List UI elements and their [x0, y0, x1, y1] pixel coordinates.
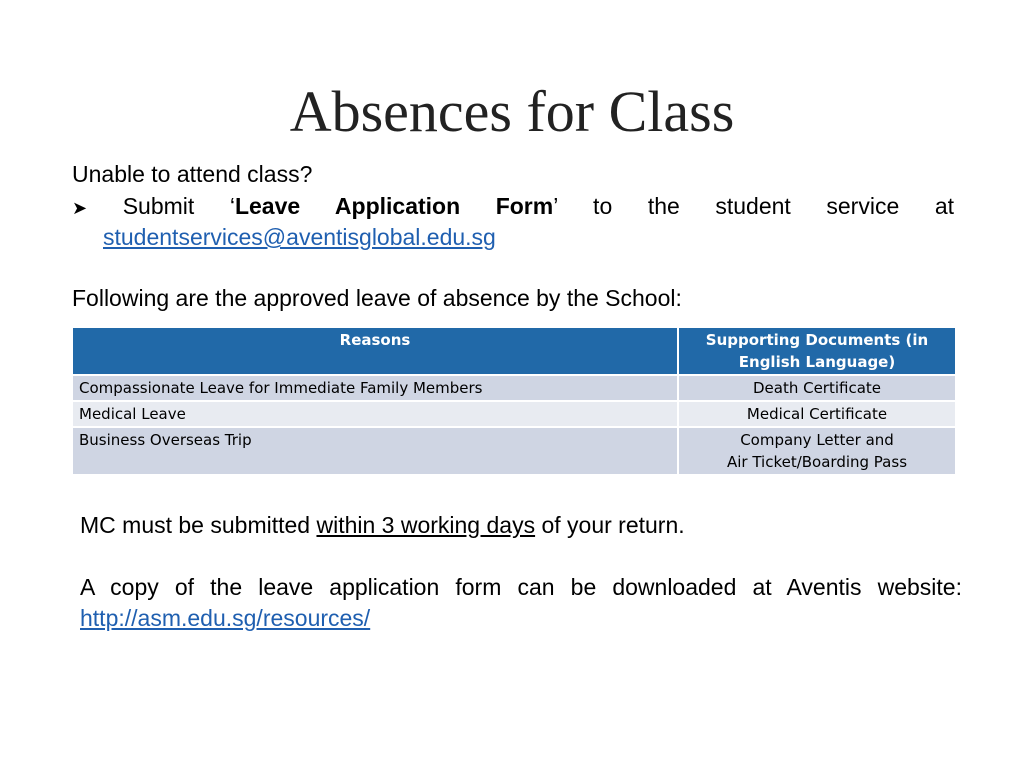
table-row: Medical Leave Medical Certificate	[71, 400, 957, 428]
email-link[interactable]: studentservices@aventisglobal.edu.sg	[103, 224, 496, 250]
header-reasons: Reasons	[71, 326, 679, 376]
submit-suffix: ’ to the student service at	[553, 193, 955, 219]
mc-deadline: within 3 working days	[316, 512, 536, 538]
document-cell: Medical Certificate	[677, 400, 957, 428]
mc-post: of your return.	[535, 512, 685, 538]
document-line: Air Ticket/Boarding Pass	[726, 453, 908, 471]
form-name: Leave Application Form	[234, 193, 554, 219]
reason-cell: Business Overseas Trip	[71, 426, 679, 476]
table-row: Business Overseas Trip Company Letter an…	[71, 426, 957, 476]
reason-cell: Compassionate Leave for Immediate Family…	[71, 374, 679, 402]
document-cell: Company Letter and Air Ticket/Boarding Pa…	[677, 426, 957, 476]
submit-prefix: Submit ‘	[122, 193, 235, 219]
bullet-line: ➤ Submit ‘Leave Application Form’ to the…	[72, 191, 954, 223]
table-header: Reasons Supporting Documents (in English…	[71, 326, 957, 376]
document-cell: Death Certificate	[677, 374, 957, 402]
following-text: Following are the approved leave of abse…	[72, 285, 682, 311]
intro-text: Unable to attend class?	[72, 161, 313, 187]
leave-table: Reasons Supporting Documents (in English…	[71, 326, 957, 476]
document-line: Company Letter and	[740, 431, 894, 449]
page-title: Absences for Class	[289, 79, 735, 144]
copy-text: A copy of the leave application form can…	[80, 574, 962, 600]
header-documents: Supporting Documents (in English Languag…	[677, 326, 957, 376]
resources-link[interactable]: http://asm.edu.sg/resources/	[80, 605, 370, 631]
mc-text: MC must be submitted within 3 working da…	[80, 510, 685, 540]
reason-cell: Medical Leave	[71, 400, 679, 428]
mc-pre: MC must be submitted	[80, 512, 317, 538]
table-row: Compassionate Leave for Immediate Family…	[71, 374, 957, 402]
arrow-bullet-icon: ➤	[72, 198, 88, 218]
